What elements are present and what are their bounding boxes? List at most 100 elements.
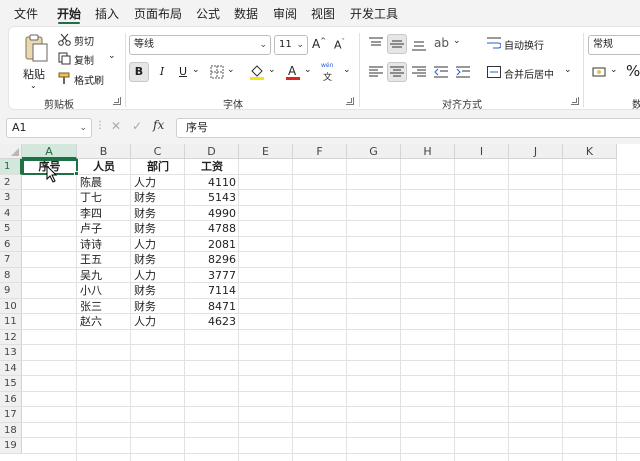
- font-color-chevron-down-icon[interactable]: ⌄: [304, 65, 312, 75]
- decrease-font-size-icon[interactable]: Aˇ: [334, 38, 345, 52]
- table-cell-dept[interactable]: 人力: [134, 175, 185, 191]
- column-header-e[interactable]: E: [239, 144, 293, 159]
- table-cell-name[interactable]: 丁七: [80, 190, 131, 206]
- more-dots-icon[interactable]: ⋮: [95, 120, 105, 131]
- font-color-icon[interactable]: A: [285, 63, 301, 81]
- font-name-select[interactable]: 等线 ⌄: [129, 35, 271, 55]
- borders-icon[interactable]: [210, 65, 224, 79]
- paste-icon[interactable]: [23, 33, 49, 63]
- copy-icon[interactable]: [58, 52, 71, 65]
- cut-button[interactable]: 剪切: [74, 33, 94, 48]
- table-cell-name[interactable]: 王五: [80, 252, 131, 268]
- column-header-k[interactable]: K: [563, 144, 617, 159]
- table-cell-dept[interactable]: 人力: [134, 314, 185, 330]
- header-cell[interactable]: 工资: [185, 159, 239, 175]
- insert-function-button[interactable]: fx: [153, 118, 164, 132]
- accounting-format-icon[interactable]: [592, 65, 608, 79]
- tab-formulas[interactable]: 公式: [196, 5, 220, 22]
- column-header-i[interactable]: I: [455, 144, 509, 159]
- table-cell-salary[interactable]: 4788: [185, 221, 239, 237]
- table-cell-name[interactable]: 小八: [80, 283, 131, 299]
- align-right-icon[interactable]: [412, 66, 426, 78]
- clipboard-launcher-icon[interactable]: [113, 97, 121, 105]
- table-cell-dept[interactable]: 人力: [134, 237, 185, 253]
- column-header-f[interactable]: F: [293, 144, 347, 159]
- row-header-7[interactable]: 7: [0, 252, 22, 268]
- table-cell-salary[interactable]: 3777: [185, 268, 239, 284]
- format-painter-button[interactable]: 格式刷: [74, 72, 104, 87]
- table-cell-dept[interactable]: 人力: [134, 268, 185, 284]
- increase-font-size-icon[interactable]: A^: [312, 37, 326, 51]
- underline-chevron-down-icon[interactable]: ⌄: [192, 65, 200, 75]
- font-launcher-icon[interactable]: [346, 97, 354, 105]
- tab-insert[interactable]: 插入: [95, 5, 119, 22]
- enter-check-icon[interactable]: ✓: [132, 119, 142, 133]
- copy-button[interactable]: 复制: [74, 52, 94, 67]
- table-cell-dept[interactable]: 财务: [134, 190, 185, 206]
- header-cell[interactable]: 人员: [77, 159, 131, 175]
- percent-button[interactable]: %: [626, 62, 640, 80]
- accounting-chevron-down-icon[interactable]: ⌄: [610, 65, 618, 75]
- table-cell-salary[interactable]: 4623: [185, 314, 239, 330]
- table-cell-salary[interactable]: 4110: [185, 175, 239, 191]
- table-cell-dept[interactable]: 财务: [134, 221, 185, 237]
- phonetic-chevron-down-icon[interactable]: ⌄: [343, 65, 351, 75]
- phonetic-guide-top[interactable]: wén: [321, 62, 333, 69]
- align-center-button[interactable]: [387, 62, 407, 82]
- column-header-j[interactable]: J: [509, 144, 563, 159]
- font-size-select[interactable]: 11 ⌄: [274, 35, 308, 55]
- row-header-1[interactable]: 1: [0, 159, 22, 175]
- underline-button[interactable]: U: [173, 62, 193, 82]
- row-header-2[interactable]: 2: [0, 174, 22, 190]
- wrap-text-icon[interactable]: [487, 37, 501, 49]
- align-left-icon[interactable]: [369, 66, 383, 78]
- align-bottom-icon[interactable]: [412, 39, 426, 51]
- header-cell[interactable]: 部门: [131, 159, 185, 175]
- name-box[interactable]: A1 ⌄: [6, 118, 92, 138]
- row-header-8[interactable]: 8: [0, 267, 22, 283]
- row-header-5[interactable]: 5: [0, 221, 22, 237]
- table-cell-salary[interactable]: 8296: [185, 252, 239, 268]
- tab-developer[interactable]: 开发工具: [350, 5, 398, 22]
- formula-input[interactable]: 序号: [176, 118, 640, 138]
- paste-chevron-down-icon[interactable]: ⌄: [30, 81, 37, 90]
- row-header-9[interactable]: 9: [0, 283, 22, 299]
- bold-button[interactable]: B: [129, 62, 149, 82]
- row-header-18[interactable]: 18: [0, 422, 22, 438]
- row-header-19[interactable]: 19: [0, 438, 22, 454]
- row-header-13[interactable]: 13: [0, 345, 22, 361]
- worksheet[interactable]: A B C D E F G H I J K 1 2 3 4 5 6 7 8 9 10 11 12 13 14 15 16 17 18 19…: [0, 144, 640, 461]
- paste-button[interactable]: 粘贴: [23, 66, 45, 82]
- tab-file[interactable]: 文件: [14, 5, 38, 22]
- table-cell-salary[interactable]: 4990: [185, 206, 239, 222]
- row-header-10[interactable]: 10: [0, 298, 22, 314]
- table-cell-salary[interactable]: 7114: [185, 283, 239, 299]
- scissors-icon[interactable]: [58, 33, 71, 46]
- merge-center-icon[interactable]: [487, 66, 501, 78]
- row-header-14[interactable]: 14: [0, 360, 22, 376]
- row-header-11[interactable]: 11: [0, 314, 22, 330]
- tab-data[interactable]: 数据: [234, 5, 258, 22]
- tab-view[interactable]: 视图: [311, 5, 335, 22]
- row-header-15[interactable]: 15: [0, 376, 22, 392]
- copy-chevron-down-icon[interactable]: ⌄: [108, 51, 116, 61]
- row-header-17[interactable]: 17: [0, 407, 22, 423]
- table-cell-salary[interactable]: 5143: [185, 190, 239, 206]
- table-cell-name[interactable]: 李四: [80, 206, 131, 222]
- table-cell-salary[interactable]: 2081: [185, 237, 239, 253]
- tab-review[interactable]: 审阅: [273, 5, 297, 22]
- column-header-g[interactable]: G: [347, 144, 401, 159]
- table-cell-dept[interactable]: 财务: [134, 206, 185, 222]
- fill-handle[interactable]: [74, 171, 79, 176]
- table-cell-salary[interactable]: 8471: [185, 299, 239, 315]
- orientation-icon[interactable]: ab: [434, 36, 449, 50]
- tab-home[interactable]: 开始: [57, 5, 81, 22]
- decrease-indent-icon[interactable]: [434, 66, 448, 78]
- row-header-16[interactable]: 16: [0, 391, 22, 407]
- column-header-b[interactable]: B: [77, 144, 131, 159]
- table-cell-name[interactable]: 卢子: [80, 221, 131, 237]
- borders-chevron-down-icon[interactable]: ⌄: [227, 65, 235, 75]
- number-format-select[interactable]: 常规: [588, 35, 640, 55]
- row-header-4[interactable]: 4: [0, 205, 22, 221]
- table-cell-name[interactable]: 陈晨: [80, 175, 131, 191]
